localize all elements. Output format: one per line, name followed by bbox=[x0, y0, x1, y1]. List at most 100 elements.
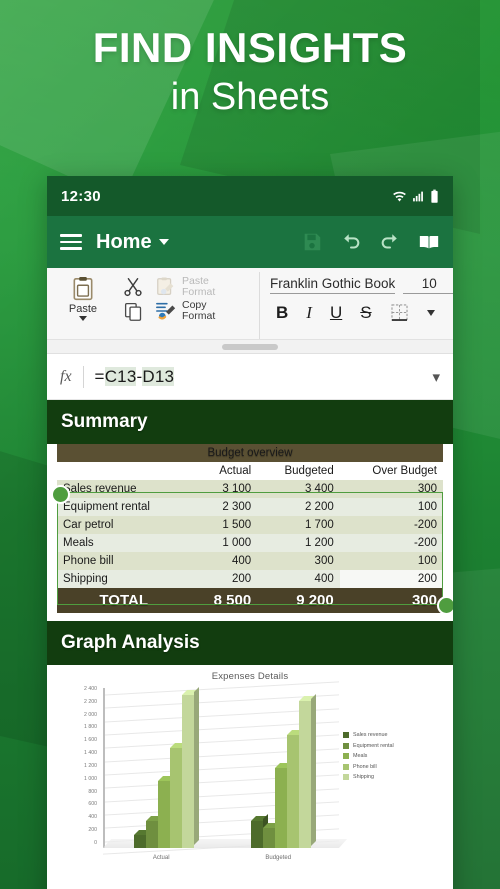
document-title: Home bbox=[96, 230, 152, 253]
legend-label: Equipment rental bbox=[353, 742, 394, 749]
expenses-chart[interactable]: Expenses Details 2 400 2 200 2 000 1 800… bbox=[47, 665, 453, 889]
headline-line-2: in Sheets bbox=[170, 76, 330, 119]
legend-swatch bbox=[343, 763, 349, 770]
function-icon: fx bbox=[60, 367, 72, 385]
formula-input[interactable]: =C13-D13 bbox=[94, 366, 422, 387]
legend-item: Sales revenue bbox=[343, 732, 435, 738]
budget-table-wrap: Budget overview Actual Budgeted Over Bud… bbox=[47, 444, 453, 615]
selection-handle-top-left[interactable] bbox=[51, 485, 70, 504]
font-row: Franklin Gothic Book 10 bbox=[270, 276, 453, 294]
y-tick: 0 bbox=[94, 839, 97, 846]
formula-bar[interactable]: fx =C13-D13 ▾ bbox=[47, 354, 453, 400]
chevron-down-icon[interactable] bbox=[426, 309, 435, 316]
cell-actual: 400 bbox=[190, 552, 258, 570]
cell-label: Phone bill bbox=[57, 552, 191, 570]
selection-handle-bottom-right[interactable] bbox=[437, 596, 453, 615]
cell-label: Car petrol bbox=[57, 516, 191, 534]
section-header-graph: Graph Analysis bbox=[47, 621, 453, 665]
y-tick: 1 800 bbox=[84, 724, 97, 731]
italic-button[interactable]: I bbox=[306, 304, 312, 321]
table-row[interactable]: Phone bill 400 300 100 bbox=[57, 552, 443, 570]
y-tick: 600 bbox=[88, 801, 97, 808]
status-time: 12:30 bbox=[61, 187, 101, 205]
chevron-down-icon[interactable]: ▾ bbox=[432, 368, 440, 386]
table-row[interactable]: Shipping 200 400 200 bbox=[57, 570, 443, 588]
table-header-row: Actual Budgeted Over Budget bbox=[57, 462, 443, 480]
table-caption-row: Budget overview bbox=[57, 444, 443, 462]
chart-plot-area: 2 400 2 200 2 000 1 800 1 600 1 400 1 20… bbox=[57, 681, 443, 866]
font-size-select[interactable]: 10 bbox=[403, 276, 453, 294]
bar-sales-revenue bbox=[250, 813, 268, 848]
column-header-actual: Actual bbox=[219, 465, 252, 477]
table-row[interactable]: Sales revenue 3 100 3 400 300 bbox=[57, 480, 443, 498]
undo-icon[interactable] bbox=[340, 231, 362, 253]
paste-format-icon bbox=[157, 277, 174, 295]
table-row[interactable]: Meals 1 000 1 200 -200 bbox=[57, 534, 443, 552]
y-tick: 2 200 bbox=[84, 698, 97, 705]
y-tick: 2 000 bbox=[84, 711, 97, 718]
bar-shipping bbox=[298, 693, 316, 848]
cell-total-actual: 8 500 bbox=[190, 588, 258, 613]
y-tick: 1 200 bbox=[84, 762, 97, 769]
cell-over-budget-selected[interactable]: 200 bbox=[339, 570, 443, 588]
ribbon-drag-handle[interactable] bbox=[47, 340, 453, 354]
legend-item: Phone bill bbox=[343, 763, 435, 770]
legend-swatch bbox=[343, 753, 349, 759]
wifi-icon bbox=[393, 191, 406, 201]
cell-label: Shipping bbox=[57, 570, 191, 588]
redo-icon[interactable] bbox=[379, 231, 401, 253]
copy-icon[interactable] bbox=[123, 301, 144, 322]
cut-copy-column bbox=[113, 272, 153, 322]
legend-item: Equipment rental bbox=[343, 742, 435, 749]
table-total-row[interactable]: TOTAL 8 500 9 200 300 bbox=[57, 588, 443, 613]
border-grid-icon[interactable] bbox=[390, 303, 409, 322]
formula-ref-2: D13 bbox=[142, 366, 175, 386]
cell-budgeted: 300 bbox=[257, 552, 340, 570]
column-header-over-budget: Over Budget bbox=[372, 465, 437, 477]
budget-table: Budget overview Actual Budgeted Over Bud… bbox=[57, 444, 443, 613]
copy-format-button[interactable]: Copy Format bbox=[155, 300, 251, 322]
bold-button[interactable]: B bbox=[276, 304, 288, 321]
cell-over-budget: -200 bbox=[339, 516, 443, 534]
strikethrough-button[interactable]: S bbox=[360, 304, 371, 321]
cell-actual: 200 bbox=[190, 570, 258, 588]
hamburger-menu-icon[interactable] bbox=[60, 234, 82, 250]
y-tick: 400 bbox=[88, 814, 97, 821]
cell-over-budget: 100 bbox=[339, 552, 443, 570]
formatting-ribbon: Paste Paste Format Copy Format Franklin … bbox=[47, 268, 453, 340]
bar-meals bbox=[274, 760, 292, 848]
cell-label: Equipment rental bbox=[57, 498, 191, 516]
column-header-blank bbox=[57, 462, 190, 480]
save-icon[interactable] bbox=[301, 231, 323, 253]
cell-actual: 1 500 bbox=[190, 516, 258, 534]
copy-format-label: Copy Format bbox=[182, 299, 216, 322]
paste-button[interactable]: Paste bbox=[55, 272, 111, 321]
bar-equipment-rental bbox=[262, 820, 280, 848]
chart-title: Expenses Details bbox=[211, 671, 289, 682]
paste-icon bbox=[73, 277, 93, 301]
y-tick: 2 400 bbox=[84, 686, 97, 692]
status-icons bbox=[392, 189, 439, 204]
chart-group-budgeted bbox=[250, 688, 316, 848]
font-name-select[interactable]: Franklin Gothic Book bbox=[270, 276, 396, 294]
read-mode-icon[interactable] bbox=[418, 231, 440, 253]
chart-bars bbox=[105, 687, 339, 848]
scissors-icon[interactable] bbox=[122, 276, 144, 298]
underline-button[interactable]: U bbox=[330, 304, 342, 321]
x-tick-label: Budgeted bbox=[265, 855, 292, 861]
table-row[interactable]: Car petrol 1 500 1 700 -200 bbox=[57, 516, 443, 534]
bar-sales-revenue bbox=[133, 827, 151, 848]
bar-equipment-rental bbox=[145, 813, 163, 848]
cell-label: Meals bbox=[57, 534, 191, 552]
paste-format-button[interactable]: Paste Format bbox=[155, 276, 251, 298]
chevron-down-icon bbox=[79, 316, 87, 321]
y-tick: 1 600 bbox=[84, 737, 97, 744]
promo-headline: FIND INSIGHTS in Sheets bbox=[0, 25, 500, 123]
table-row[interactable]: Equipment rental 2 300 2 200 100 bbox=[57, 498, 443, 516]
legend-label: Meals bbox=[353, 753, 368, 759]
y-tick: 200 bbox=[88, 827, 97, 834]
cell-total-label: TOTAL bbox=[57, 588, 191, 613]
formula-prefix: = bbox=[94, 366, 105, 386]
paste-label: Paste bbox=[68, 303, 98, 315]
document-title-dropdown[interactable]: Home bbox=[96, 231, 169, 254]
